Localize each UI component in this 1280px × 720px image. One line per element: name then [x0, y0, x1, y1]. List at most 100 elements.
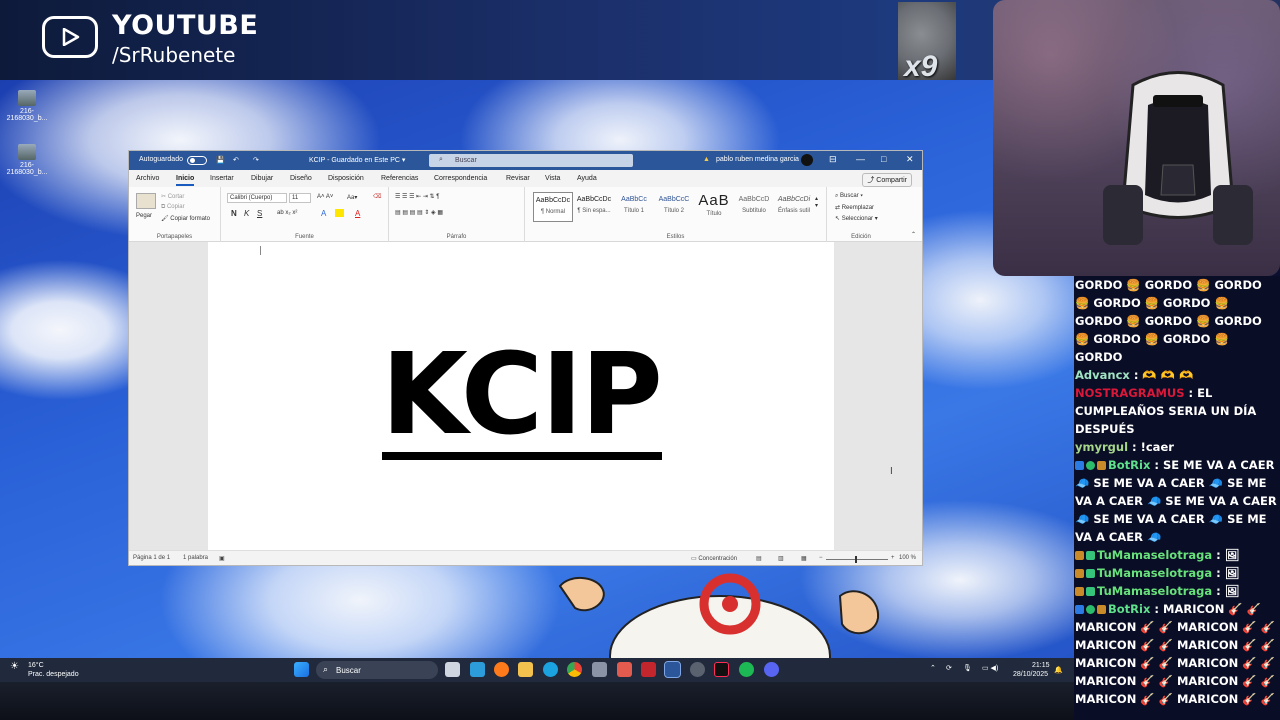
chat-username[interactable]: TuMamaselotraga — [1097, 548, 1212, 562]
weather-status[interactable]: Prac. despejado — [28, 671, 79, 678]
select-button[interactable]: ↖ Seleccionar ▾ — [835, 215, 878, 222]
desktop-icon[interactable]: 216-2168030_b... — [0, 144, 54, 176]
paste-label[interactable]: Pegar — [136, 213, 152, 219]
widgets-icon[interactable] — [470, 662, 485, 677]
word-count[interactable]: 1 palabra — [183, 555, 208, 561]
tiktok-icon[interactable] — [714, 662, 729, 677]
redo-icon[interactable]: ↷ — [253, 156, 259, 164]
tray-app-icon[interactable]: ⟳ — [946, 664, 952, 672]
grow-font-icon[interactable]: A˄ A˅ — [317, 194, 333, 200]
notification-icon[interactable]: 🔔 — [1054, 666, 1063, 674]
paste-icon[interactable] — [136, 193, 156, 209]
ribbon-display-icon[interactable]: ⊟ — [829, 154, 837, 165]
tab-inicio[interactable]: Inicio — [176, 175, 195, 186]
store-app-icon[interactable] — [641, 662, 656, 677]
document-page[interactable]: KCIP — [208, 242, 834, 550]
autosave-toggle[interactable] — [187, 156, 207, 165]
style-subtle-emphasis[interactable]: AaBbCcDi Énfasis sutil — [774, 192, 814, 222]
word-taskbar-icon[interactable] — [664, 661, 681, 678]
page-count[interactable]: Página 1 de 1 — [133, 555, 170, 561]
media-app-icon[interactable] — [617, 662, 632, 677]
tab-correspondencia[interactable]: Correspondencia — [434, 175, 487, 182]
firefox-icon[interactable] — [494, 662, 509, 677]
obs-icon[interactable] — [690, 662, 705, 677]
desktop-icon[interactable]: 216-2168030_b... — [0, 90, 54, 122]
web-layout-icon[interactable]: ▦ — [801, 555, 807, 562]
replace-button[interactable]: ⇄ Reemplazar — [835, 204, 874, 211]
chat-username[interactable]: TuMamaselotraga — [1097, 566, 1212, 580]
tab-referencias[interactable]: Referencias — [381, 175, 418, 182]
tray-overflow-icon[interactable]: ⌃ — [930, 664, 936, 672]
find-button[interactable]: ⌕ Buscar ▾ — [835, 193, 863, 200]
style-subtitle[interactable]: AaBbCcD Subtítulo — [734, 192, 774, 222]
strikethrough-icon[interactable]: ab x₂ x² — [277, 210, 297, 216]
spotify-icon[interactable] — [739, 662, 754, 677]
bold-button[interactable]: N — [231, 209, 237, 218]
start-button-icon[interactable] — [294, 662, 309, 677]
clear-format-icon[interactable]: ⌫ — [373, 193, 381, 200]
document-title[interactable]: KCIP - Guardado en Este PC ▾ — [309, 156, 405, 164]
cut-button[interactable]: ✂ Cortar — [161, 193, 184, 200]
minimize-icon[interactable]: — — [856, 154, 865, 164]
save-icon[interactable]: 💾 — [216, 156, 225, 164]
temperature[interactable]: 16°C — [28, 662, 44, 669]
style-heading-2[interactable]: AaBbCcC Título 2 — [654, 192, 694, 222]
weather-icon[interactable]: ☀ — [10, 661, 19, 672]
align-icons[interactable]: ▤ ▤ ▤ ▤ ⇕ ◈ ▦ — [395, 209, 443, 216]
font-name-select[interactable]: Calibri (Cuerpo) — [227, 193, 287, 203]
zoom-in-icon[interactable]: + — [891, 555, 895, 561]
clock-time[interactable]: 21:15 — [1032, 662, 1050, 669]
chat-username[interactable]: ymyrgul — [1075, 440, 1128, 454]
style-normal[interactable]: AaBbCcDc ¶ Normal — [533, 192, 573, 222]
italic-button[interactable]: K — [244, 209, 249, 218]
focus-mode-button[interactable]: ▭ Concentración — [691, 555, 737, 562]
list-icons[interactable]: ☰ ☰ ☰ ⇤ ⇥ ⇅ ¶ — [395, 193, 439, 200]
zoom-out-icon[interactable]: − — [819, 555, 823, 561]
edge-icon[interactable] — [543, 662, 558, 677]
change-case-icon[interactable]: Aa▾ — [347, 194, 357, 201]
format-painter-button[interactable]: 🖌 Copiar formato — [161, 215, 210, 222]
discord-icon[interactable] — [764, 662, 779, 677]
task-view-icon[interactable] — [445, 662, 460, 677]
tab-revisar[interactable]: Revisar — [506, 175, 530, 182]
file-explorer-icon[interactable] — [518, 662, 533, 677]
font-color-icon[interactable]: A — [355, 209, 360, 218]
highlight-icon[interactable] — [335, 209, 344, 217]
tab-vista[interactable]: Vista — [545, 175, 560, 182]
tab-ayuda[interactable]: Ayuda — [577, 175, 597, 182]
microphone-icon[interactable]: 🎙 — [963, 664, 972, 672]
share-button[interactable]: ⤴ Compartir — [862, 173, 912, 187]
style-no-spacing[interactable]: AaBbCcDc ¶ Sin espa... — [574, 192, 614, 222]
collapse-ribbon-icon[interactable]: ⌃ — [911, 231, 916, 238]
zoom-level[interactable]: 100 % — [899, 555, 916, 561]
print-layout-icon[interactable]: ▥ — [778, 555, 784, 562]
document-heading-text[interactable]: KCIP — [208, 330, 834, 460]
proofing-icon[interactable]: ▣ — [219, 555, 225, 562]
maximize-icon[interactable]: □ — [881, 154, 886, 164]
style-heading-1[interactable]: AaBbCc Título 1 — [614, 192, 654, 222]
underline-button[interactable]: S — [257, 209, 262, 218]
undo-icon[interactable]: ↶ — [233, 156, 239, 164]
text-effects-icon[interactable]: A — [321, 209, 326, 218]
tab-insertar[interactable]: Insertar — [210, 175, 234, 182]
chat-username[interactable]: BotRix — [1108, 458, 1150, 472]
chat-username[interactable]: BotRix — [1108, 602, 1150, 616]
tab-dibujar[interactable]: Dibujar — [251, 175, 273, 182]
font-size-select[interactable]: 11 — [289, 193, 311, 203]
user-name[interactable]: pablo ruben medina garcia — [716, 156, 799, 163]
search-input[interactable]: ⌕ Buscar — [429, 154, 633, 167]
chrome-icon[interactable] — [567, 662, 582, 677]
read-mode-icon[interactable]: ▤ — [756, 555, 762, 562]
chat-username[interactable]: TuMamaselotraga — [1097, 584, 1212, 598]
tab-disposicion[interactable]: Disposición — [328, 175, 364, 182]
zoom-slider-thumb[interactable] — [855, 556, 857, 563]
tab-diseno[interactable]: Diseño — [290, 175, 312, 182]
taskbar-search[interactable]: ⌕ Buscar — [316, 661, 438, 679]
styles-scroll-icon[interactable]: ▴ ▾ — [815, 195, 818, 209]
style-title[interactable]: AaB Título — [694, 192, 734, 222]
chat-username[interactable]: Advancx — [1075, 368, 1130, 382]
network-icon[interactable]: ▭ ◀) — [982, 664, 998, 672]
avatar[interactable] — [801, 154, 813, 166]
clock-date[interactable]: 28/10/2025 — [1013, 671, 1048, 678]
app-icon[interactable] — [592, 662, 607, 677]
